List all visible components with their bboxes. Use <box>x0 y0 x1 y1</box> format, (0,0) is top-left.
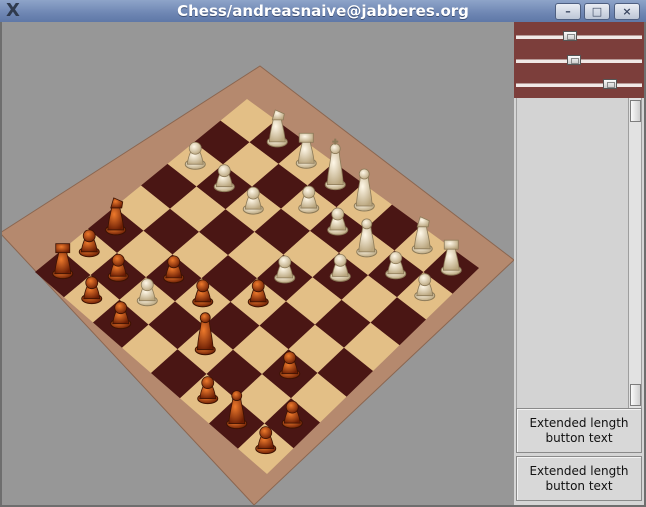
slider-1-handle[interactable] <box>562 31 577 41</box>
side-panel: Extended length button text Extended len… <box>514 22 644 505</box>
title-bar[interactable]: X Chess/andreasnaive@jabberes.org – □ × <box>0 0 646 22</box>
window-title: Chess/andreasnaive@jabberes.org <box>177 2 469 20</box>
slider-group <box>514 22 644 98</box>
slider-2-handle[interactable] <box>567 55 582 65</box>
slider-track-3[interactable] <box>516 83 642 87</box>
slider-track-1[interactable] <box>516 35 642 39</box>
vertical-scrollbar[interactable] <box>628 98 642 408</box>
extended-button-1[interactable]: Extended length button text <box>516 408 642 453</box>
close-button[interactable]: × <box>614 3 640 20</box>
chess-3d-viewport[interactable] <box>2 22 514 505</box>
maximize-button[interactable]: □ <box>584 3 610 20</box>
extended-button-2[interactable]: Extended length button text <box>516 456 642 501</box>
slider-3-handle[interactable] <box>603 79 618 89</box>
scrollbar-bottom-handle[interactable] <box>630 384 641 406</box>
scrollbar-top-handle[interactable] <box>630 100 641 122</box>
chess-board-render[interactable] <box>2 22 514 505</box>
minimize-button[interactable]: – <box>555 3 581 20</box>
move-list-area[interactable] <box>516 98 629 408</box>
